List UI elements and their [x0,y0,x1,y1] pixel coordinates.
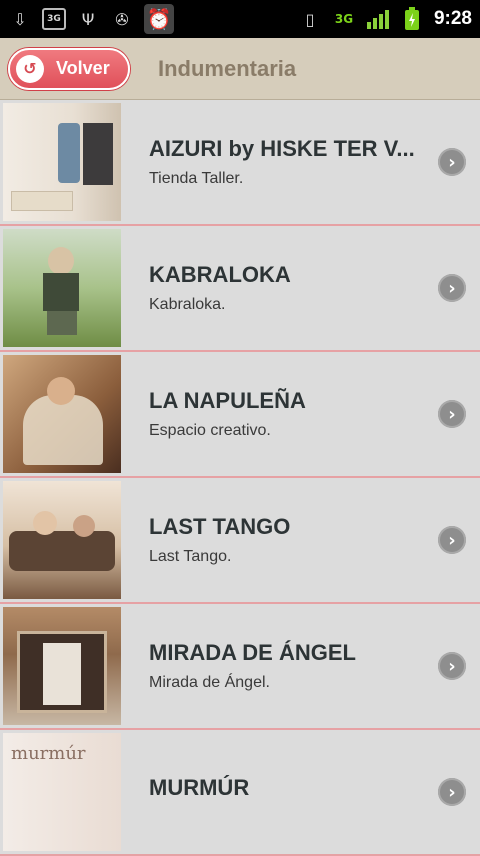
status-bar: ⇩ 3G Ψ ✇ ⏰ ▯ 3G 9:28 [0,0,480,38]
3g-data-icon: 3G [334,12,354,26]
list-item[interactable]: LA NAPULEÑA Espacio creativo. › [0,352,480,478]
usb-icon: Ψ [81,9,95,29]
item-title: LAST TANGO [149,514,291,539]
chevron-right-icon[interactable]: › [438,526,466,554]
thumbnail-sign-text: murmúr [11,743,86,764]
header-bar: ↺ Volver Indumentaria [0,38,480,100]
list-item[interactable]: MIRADA DE ÁNGEL Mirada de Ángel. › [0,604,480,730]
signal-icon [366,7,390,31]
item-title: AIZURI by HISKE TER V... [149,136,415,161]
store-thumbnail [3,229,121,347]
back-arrow-icon: ↺ [16,54,44,83]
store-list: AIZURI by HISKE TER V... Tienda Taller. … [0,100,480,856]
item-title: MIRADA DE ÁNGEL [149,640,356,665]
item-subtitle: Kabraloka. [149,296,226,313]
chevron-right-icon[interactable]: › [438,778,466,806]
chevron-right-icon[interactable]: › [438,652,466,680]
chevron-right-icon[interactable]: › [438,400,466,428]
item-title: MURMÚR [149,775,250,800]
alarm-icon: ⏰ [144,4,174,34]
back-button[interactable]: ↺ Volver [8,47,130,90]
vibrate-icon: ▯ [305,9,315,29]
list-item[interactable]: AIZURI by HISKE TER V... Tienda Taller. … [0,100,480,226]
item-subtitle: Espacio creativo. [149,422,271,439]
store-thumbnail [3,103,121,221]
store-thumbnail [3,355,121,473]
chevron-right-icon[interactable]: › [438,148,466,176]
back-button-label: Volver [56,58,110,78]
item-subtitle: Tienda Taller. [149,170,244,187]
item-title: LA NAPULEÑA [149,388,306,413]
3g-icon: 3G [42,8,66,30]
status-time: 9:28 [433,8,472,29]
store-thumbnail [3,607,121,725]
android-debug-icon: ✇ [115,9,129,29]
store-thumbnail: murmúr [3,733,121,851]
list-item[interactable]: murmúr MURMÚR › [0,730,480,856]
battery-charging-icon [400,7,424,31]
download-icon: ⇩ [13,9,27,29]
item-subtitle: Mirada de Ángel. [149,674,270,691]
item-title: KABRALOKA [149,262,291,287]
store-thumbnail [3,481,121,599]
list-item[interactable]: KABRALOKA Kabraloka. › [0,226,480,352]
list-item[interactable]: LAST TANGO Last Tango. › [0,478,480,604]
chevron-right-icon[interactable]: › [438,274,466,302]
item-subtitle: Last Tango. [149,548,232,565]
page-title: Indumentaria [158,55,297,81]
